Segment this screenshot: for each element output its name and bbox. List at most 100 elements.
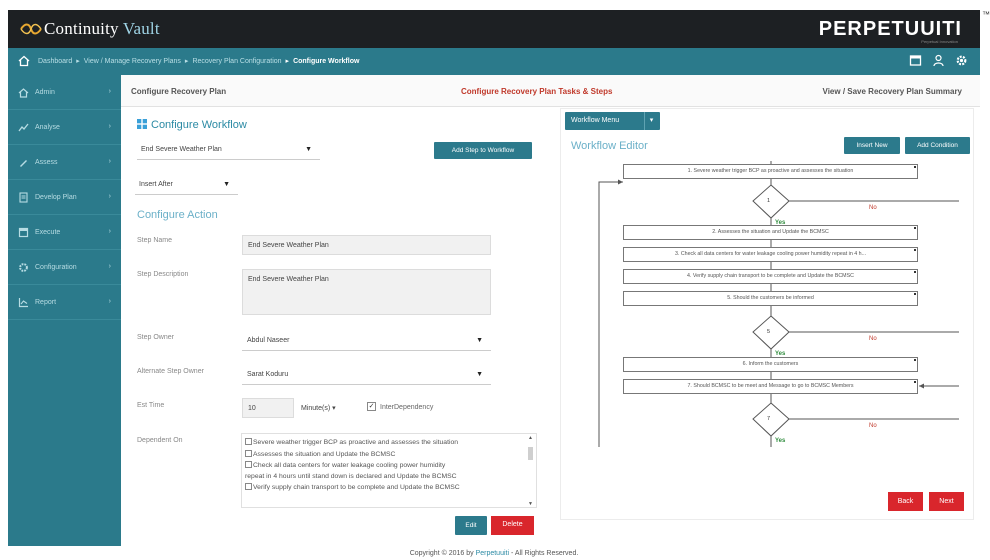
chevron-right-icon: › bbox=[108, 158, 111, 165]
alternate-owner-label: Alternate Step Owner bbox=[137, 368, 204, 375]
list-item-text: Assesses the situation and Update the BC… bbox=[253, 450, 396, 458]
workflow-node-7[interactable]: 7. Should BCMSC to be meet and Message t… bbox=[623, 379, 918, 394]
caret-down-icon: ▼ bbox=[476, 337, 483, 344]
scrollbar-thumb[interactable] bbox=[528, 447, 533, 460]
person-icon bbox=[18, 87, 29, 98]
caret-down-icon: ▾ bbox=[644, 112, 658, 130]
list-item[interactable]: Assesses the situation and Update the BC… bbox=[245, 449, 522, 461]
chevron-right-icon: › bbox=[108, 228, 111, 235]
step-owner-select[interactable]: Abdul Naseer ▼ bbox=[242, 331, 491, 351]
decision-5-label: 5 bbox=[767, 329, 771, 335]
sidebar-item-assess[interactable]: Assess › bbox=[8, 145, 121, 180]
footer-copyright: Copyright © 2016 by bbox=[409, 550, 474, 557]
app-logo[interactable]: Continuity Vault bbox=[20, 19, 160, 39]
sidebar-item-report[interactable]: Report › bbox=[8, 285, 121, 320]
checkbox[interactable] bbox=[245, 461, 252, 468]
chevron-right-icon: › bbox=[108, 88, 111, 95]
brand-logo: PERPETUUITI bbox=[818, 18, 962, 40]
scroll-down-icon[interactable]: ▼ bbox=[528, 501, 533, 507]
step-description-label: Step Description bbox=[137, 271, 189, 278]
window-icon[interactable] bbox=[909, 54, 922, 67]
workflow-diagram[interactable]: 1 5 7 Yes No Yes No Yes No 1. Severe wea… bbox=[579, 161, 959, 447]
no-label: No bbox=[869, 205, 877, 211]
logo-main-text: Continuity bbox=[44, 19, 119, 38]
add-condition-button[interactable]: Add Condition bbox=[905, 137, 970, 154]
step-owner-value: Abdul Naseer bbox=[247, 337, 290, 344]
sidebar-item-develop-plan[interactable]: Develop Plan › bbox=[8, 180, 121, 215]
alternate-owner-value: Sarat Koduru bbox=[247, 371, 289, 378]
workflow-node-2[interactable]: 2. Assesses the situation and Update the… bbox=[623, 225, 918, 240]
est-time-unit-select[interactable]: Minute(s) ▾ bbox=[301, 404, 336, 412]
caret-down-icon: ▾ bbox=[332, 405, 336, 412]
sidebar-item-label: Report bbox=[35, 298, 57, 306]
footer: Copyright © 2016 by Perpetuuiti - All Ri… bbox=[8, 546, 980, 557]
panel-title-text: Configure Workflow bbox=[151, 119, 247, 131]
next-button[interactable]: Next bbox=[929, 492, 964, 511]
configure-action-title: Configure Action bbox=[137, 209, 218, 221]
workflow-editor-panel: Workflow Menu ▾ Workflow Editor Insert N… bbox=[560, 108, 974, 520]
scrollbar[interactable]: ▲ ▼ bbox=[527, 435, 534, 507]
est-time-input[interactable]: 10 bbox=[242, 398, 294, 418]
sidebar-item-label: Analyse bbox=[35, 123, 60, 131]
footer-rights: - All Rights Reserved. bbox=[510, 550, 579, 557]
alternate-owner-select[interactable]: Sarat Koduru ▼ bbox=[242, 365, 491, 385]
caret-down-icon: ▼ bbox=[476, 371, 483, 378]
insert-new-button[interactable]: Insert New bbox=[844, 137, 900, 154]
footer-company-link[interactable]: Perpetuuiti bbox=[476, 550, 509, 557]
back-button[interactable]: Back bbox=[888, 492, 923, 511]
breadcrumb: Dashboard ▸ View / Manage Recovery Plans ▸ R… bbox=[38, 58, 360, 65]
trademark-mark: ™ bbox=[982, 10, 990, 19]
no-label: No bbox=[869, 423, 877, 429]
sidebar-item-admin[interactable]: Admin › bbox=[8, 75, 121, 110]
breadcrumb-dashboard[interactable]: Dashboard bbox=[38, 58, 72, 65]
dependent-on-list[interactable]: Severe weather trigger BCP as proactive … bbox=[241, 433, 537, 508]
step-description-input[interactable]: End Severe Weather Plan bbox=[242, 269, 491, 315]
workflow-node-6[interactable]: 6. Inform the customers bbox=[623, 357, 918, 372]
scroll-up-icon[interactable]: ▲ bbox=[528, 435, 533, 441]
interdependency-checkbox[interactable]: ✓ bbox=[367, 402, 376, 411]
user-icon[interactable] bbox=[932, 54, 945, 67]
step-view-summary[interactable]: View / Save Recovery Plan Summary bbox=[823, 87, 962, 96]
step-name-label: Step Name bbox=[137, 237, 173, 244]
edit-button[interactable]: Edit bbox=[455, 516, 487, 535]
workflow-menu-button[interactable]: Workflow Menu ▾ bbox=[565, 112, 660, 130]
gear-icon[interactable] bbox=[955, 54, 968, 67]
workflow-node-5[interactable]: 5. Should the customers be informed bbox=[623, 291, 918, 306]
home-icon[interactable] bbox=[18, 55, 30, 67]
step-configure-tasks[interactable]: Configure Recovery Plan Tasks & Steps bbox=[461, 87, 612, 96]
sidebar: Admin › Analyse › Assess › Develop Plan › Ex… bbox=[8, 75, 121, 546]
dependent-on-label: Dependent On bbox=[137, 437, 183, 444]
list-item[interactable]: Check all data centers for water leakage… bbox=[245, 460, 522, 472]
decision-7-label: 7 bbox=[767, 416, 771, 422]
checkbox[interactable] bbox=[245, 438, 252, 445]
step-configure-plan[interactable]: Configure Recovery Plan bbox=[131, 87, 226, 96]
brand-tagline: Perpetual Innovation bbox=[921, 39, 958, 44]
list-item[interactable]: Severe weather trigger BCP as proactive … bbox=[245, 437, 522, 449]
workflow-node-3[interactable]: 3. Check all data centers for water leak… bbox=[623, 247, 918, 262]
workflow-node-4[interactable]: 4. Verify supply chain transport to be c… bbox=[623, 269, 918, 284]
delete-button[interactable]: Delete bbox=[491, 516, 534, 535]
list-item-text: Verify supply chain transport to be comp… bbox=[253, 484, 460, 491]
breadcrumb-plan-configuration[interactable]: Recovery Plan Configuration bbox=[192, 58, 281, 65]
add-step-button[interactable]: Add Step to Workflow bbox=[434, 142, 532, 159]
breadcrumb-current: Configure Workflow bbox=[293, 58, 360, 65]
configure-workflow-panel: Configure Workflow End Severe Weather Pl… bbox=[121, 108, 549, 545]
breadcrumb-manage-plans[interactable]: View / Manage Recovery Plans bbox=[84, 58, 181, 65]
insert-position-select[interactable]: Insert After ▼ bbox=[135, 176, 238, 195]
list-item-continuation: repeat in 4 hours until stand down is de… bbox=[245, 472, 457, 480]
caret-down-icon: ▼ bbox=[305, 146, 312, 153]
workflow-node-1[interactable]: 1. Severe weather trigger BCP as proacti… bbox=[623, 164, 918, 179]
checkbox[interactable] bbox=[245, 483, 252, 490]
plan-select[interactable]: End Severe Weather Plan ▼ bbox=[137, 141, 320, 160]
sidebar-item-analyse[interactable]: Analyse › bbox=[8, 110, 121, 145]
sidebar-item-execute[interactable]: Execute › bbox=[8, 215, 121, 250]
list-item[interactable]: Verify supply chain transport to be comp… bbox=[245, 482, 522, 494]
logo-icon bbox=[20, 23, 42, 35]
breadcrumb-bar: Dashboard ▸ View / Manage Recovery Plans ▸ R… bbox=[8, 48, 980, 75]
checkbox[interactable] bbox=[245, 449, 252, 457]
sidebar-item-label: Configuration bbox=[35, 263, 77, 271]
sidebar-item-configuration[interactable]: Configuration › bbox=[8, 250, 121, 285]
step-name-input[interactable]: End Severe Weather Plan bbox=[242, 235, 491, 255]
report-icon bbox=[18, 297, 28, 307]
panel-title: Configure Workflow bbox=[137, 118, 247, 131]
